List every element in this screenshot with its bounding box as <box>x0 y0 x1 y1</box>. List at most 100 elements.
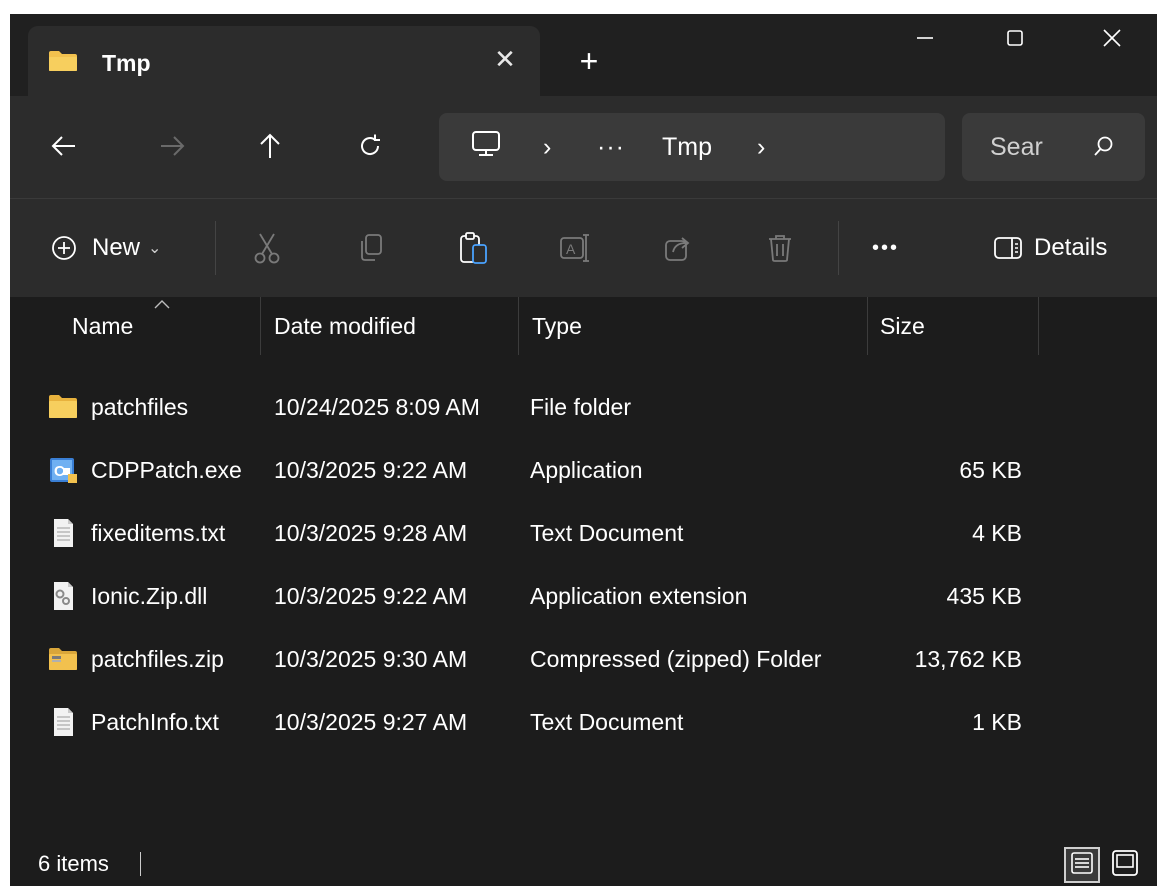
details-pane-icon <box>992 228 1024 268</box>
maximize-icon <box>1004 27 1026 54</box>
top-strip <box>0 0 1157 14</box>
refresh-icon <box>357 133 383 164</box>
arrow-up-icon <box>258 132 282 165</box>
minimize-button[interactable] <box>880 14 970 66</box>
new-tab-button[interactable]: + <box>572 44 606 78</box>
file-date: 10/3/2025 9:22 AM <box>274 583 468 609</box>
column-divider[interactable] <box>518 297 519 355</box>
column-name[interactable]: Name <box>72 297 133 355</box>
copy-icon <box>350 228 390 268</box>
cut-button[interactable] <box>247 199 287 297</box>
file-name: patchfiles.zip <box>91 646 224 672</box>
file-size: 1 KB <box>972 709 1022 735</box>
file-type: File folder <box>530 394 631 420</box>
column-date-modified[interactable]: Date modified <box>274 297 416 355</box>
tab-close-button[interactable]: ✕ <box>488 42 522 76</box>
column-size[interactable]: Size <box>880 297 925 355</box>
details-button[interactable]: Details <box>992 199 1107 297</box>
file-row[interactable]: patchfiles.zip 10/3/2025 9:30 AM Compres… <box>10 628 1157 691</box>
command-bar: New ⌄ A ••• Details <box>10 199 1157 297</box>
file-row[interactable]: patchfiles 10/24/2025 8:09 AM File folde… <box>10 376 1157 439</box>
plus-circle-icon <box>44 228 84 268</box>
file-date: 10/3/2025 9:30 AM <box>274 646 468 672</box>
up-button[interactable] <box>248 128 292 168</box>
file-explorer-window: Tmp ✕ + › ··· Tmp › Sear New ⌄ A ••• Det… <box>10 14 1157 886</box>
column-divider[interactable] <box>1038 297 1039 355</box>
breadcrumb[interactable]: › ··· Tmp › <box>439 113 945 181</box>
this-pc-crumb[interactable] <box>471 113 501 181</box>
file-row[interactable]: fixeditems.txt 10/3/2025 9:28 AM Text Do… <box>10 502 1157 565</box>
rename-button[interactable]: A <box>555 199 595 297</box>
file-row[interactable]: Ionic.Zip.dll 10/3/2025 9:22 AM Applicat… <box>10 565 1157 628</box>
search-input[interactable]: Sear <box>990 113 1043 181</box>
delete-button[interactable] <box>760 199 800 297</box>
tab-tmp[interactable]: Tmp ✕ <box>28 26 540 96</box>
rename-icon: A <box>555 228 595 268</box>
file-list: Name Date modified Type Size patchfiles … <box>10 297 1157 842</box>
search-box[interactable]: Sear <box>962 113 1145 181</box>
column-type[interactable]: Type <box>532 297 582 355</box>
details-label: Details <box>1034 234 1108 261</box>
file-size: 65 KB <box>959 457 1022 483</box>
breadcrumb-separator[interactable]: › <box>757 113 765 181</box>
breadcrumb-current[interactable]: Tmp <box>662 113 712 181</box>
text-file-icon <box>48 518 78 548</box>
file-type: Application <box>530 457 643 483</box>
dll-file-icon <box>48 581 78 611</box>
forward-button[interactable] <box>150 128 194 168</box>
cut-icon <box>247 228 287 268</box>
svg-text:A: A <box>566 241 576 257</box>
address-bar: › ··· Tmp › Sear <box>10 96 1157 198</box>
file-type: Text Document <box>530 520 684 546</box>
file-date: 10/24/2025 8:09 AM <box>274 394 480 420</box>
breadcrumb-overflow[interactable]: ··· <box>597 113 625 181</box>
close-icon <box>1101 27 1123 54</box>
maximize-button[interactable] <box>970 14 1060 66</box>
share-button[interactable] <box>658 199 698 297</box>
command-separator <box>215 221 216 275</box>
zip-folder-icon <box>48 644 78 674</box>
breadcrumb-separator[interactable]: › <box>543 113 551 181</box>
file-row[interactable]: C CDPPatch.exe 10/3/2025 9:22 AM Applica… <box>10 439 1157 502</box>
new-button[interactable]: New ⌄ <box>44 199 161 297</box>
delete-icon <box>760 228 800 268</box>
file-row[interactable]: PatchInfo.txt 10/3/2025 9:27 AM Text Doc… <box>10 691 1157 754</box>
file-date: 10/3/2025 9:28 AM <box>274 520 468 546</box>
file-name: Ionic.Zip.dll <box>91 583 208 609</box>
column-divider[interactable] <box>260 297 261 355</box>
file-type: Compressed (zipped) Folder <box>530 646 822 672</box>
copy-button[interactable] <box>350 199 390 297</box>
file-size <box>890 376 1022 439</box>
file-size: 13,762 KB <box>914 646 1022 672</box>
refresh-button[interactable] <box>348 128 392 168</box>
arrow-right-icon <box>158 134 186 163</box>
details-view-button[interactable] <box>1064 847 1100 883</box>
search-icon[interactable] <box>1090 133 1118 161</box>
application-icon: C <box>48 455 78 485</box>
file-size: 4 KB <box>972 520 1022 546</box>
file-date: 10/3/2025 9:22 AM <box>274 457 468 483</box>
file-type: Application extension <box>530 583 748 609</box>
item-count: 6 items <box>38 851 109 876</box>
file-type: Text Document <box>530 709 684 735</box>
file-size: 435 KB <box>946 583 1022 609</box>
file-name: fixeditems.txt <box>91 520 226 546</box>
tab-title: Tmp <box>102 50 151 76</box>
window-close-button[interactable] <box>1067 14 1157 66</box>
file-date: 10/3/2025 9:27 AM <box>274 709 468 735</box>
command-separator <box>838 221 839 275</box>
paste-button[interactable] <box>453 199 493 297</box>
text-file-icon <box>48 707 78 737</box>
share-icon <box>658 228 698 268</box>
large-icons-view-button[interactable] <box>1107 847 1143 883</box>
large-icons-view-icon <box>1111 849 1139 882</box>
minimize-icon <box>914 27 936 54</box>
more-options-button[interactable]: ••• <box>872 199 899 297</box>
chevron-down-icon: ⌄ <box>148 240 162 257</box>
column-header-row: Name Date modified Type Size <box>10 297 1157 355</box>
back-button[interactable] <box>42 128 86 168</box>
status-separator <box>140 852 141 876</box>
column-divider[interactable] <box>867 297 868 355</box>
details-view-icon <box>1070 851 1094 880</box>
file-name: CDPPatch.exe <box>91 457 242 483</box>
